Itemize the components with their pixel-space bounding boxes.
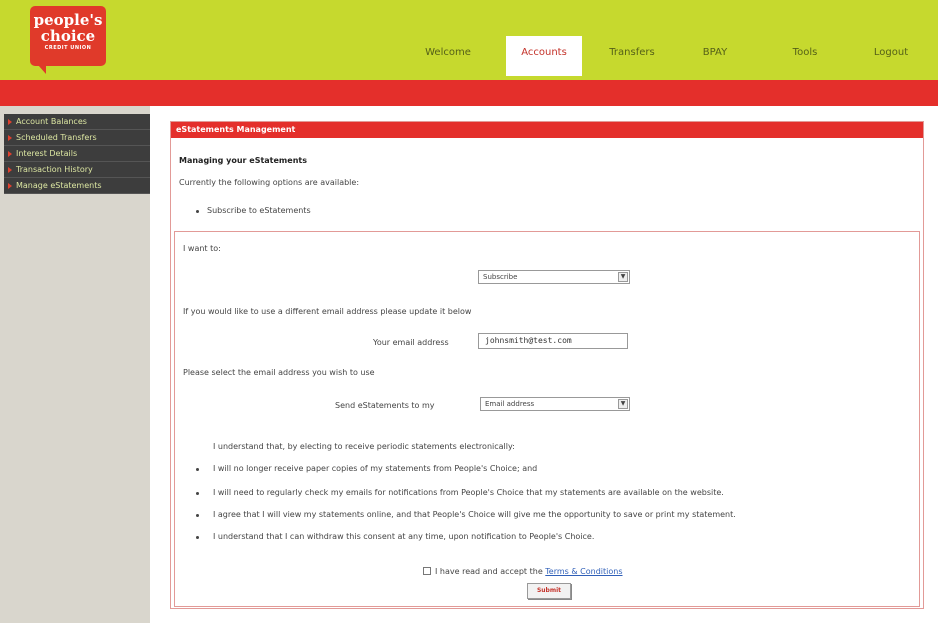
- accept-text: I have read and accept the: [435, 567, 543, 576]
- sidebar-item-manage-estatements[interactable]: Manage eStatements: [4, 178, 150, 194]
- nav-welcome[interactable]: Welcome: [412, 36, 484, 76]
- send-to-select[interactable]: Email address ▼: [480, 397, 630, 411]
- nav-bpay[interactable]: BPAY: [680, 36, 750, 76]
- sidebar-item-scheduled-transfers[interactable]: Scheduled Transfers: [4, 130, 150, 146]
- nav-logout[interactable]: Logout: [856, 36, 926, 76]
- terms-item: I agree that I will view my statements o…: [213, 510, 736, 519]
- email-field[interactable]: johnsmith@test.com: [478, 333, 628, 349]
- bullet-icon: [196, 468, 199, 471]
- panel-title: eStatements Management: [171, 122, 923, 138]
- terms-intro: I understand that, by electing to receiv…: [213, 442, 515, 451]
- preferences-box: I want to: Subscribe ▼ If you would like…: [174, 231, 920, 607]
- bullet-icon: [196, 492, 199, 495]
- peoples-choice-logo[interactable]: people's choice CREDIT UNION: [30, 6, 106, 74]
- accent-bar: [0, 80, 938, 106]
- nav-accounts[interactable]: Accounts: [506, 36, 582, 76]
- sidebar-item-account-balances[interactable]: Account Balances: [4, 114, 150, 130]
- action-select[interactable]: Subscribe ▼: [478, 270, 630, 284]
- send-label: Send eStatements to my: [335, 401, 435, 410]
- terms-item: I will need to regularly check my emails…: [213, 488, 724, 497]
- want-label: I want to:: [183, 244, 221, 253]
- option-item: Subscribe to eStatements: [207, 206, 311, 215]
- sidebar-menu: Account Balances Scheduled Transfers Int…: [4, 114, 150, 194]
- nav-tools[interactable]: Tools: [770, 36, 840, 76]
- options-intro: Currently the following options are avai…: [179, 178, 360, 187]
- email-label: Your email address: [373, 338, 449, 347]
- estatements-panel: eStatements Management Managing your eSt…: [170, 121, 924, 609]
- chevron-down-icon: ▼: [618, 399, 628, 409]
- bullet-icon: [196, 514, 199, 517]
- chevron-down-icon: ▼: [618, 272, 628, 282]
- section-heading: Managing your eStatements: [179, 156, 307, 165]
- sidebar-item-transaction-history[interactable]: Transaction History: [4, 162, 150, 178]
- terms-item: I understand that I can withdraw this co…: [213, 532, 595, 541]
- sidebar-item-interest-details[interactable]: Interest Details: [4, 146, 150, 162]
- terms-link[interactable]: Terms & Conditions: [545, 567, 622, 576]
- select-email-intro: Please select the email address you wish…: [183, 368, 375, 377]
- accept-row: I have read and accept the Terms & Condi…: [435, 567, 623, 576]
- terms-item: I will no longer receive paper copies of…: [213, 464, 538, 473]
- email-intro: If you would like to use a different ema…: [183, 307, 472, 316]
- header-bar: people's choice CREDIT UNION Welcome Acc…: [0, 0, 938, 80]
- accept-checkbox[interactable]: [423, 567, 431, 575]
- sidebar: Account Balances Scheduled Transfers Int…: [0, 106, 150, 623]
- nav-transfers[interactable]: Transfers: [594, 36, 670, 76]
- submit-button[interactable]: Submit: [527, 583, 571, 599]
- bullet-icon: [196, 536, 199, 539]
- bullet-icon: [196, 210, 199, 213]
